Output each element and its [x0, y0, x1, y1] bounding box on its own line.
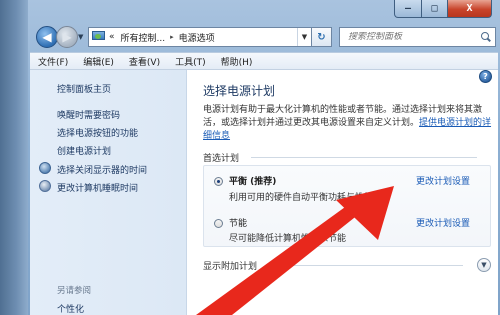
refresh-button[interactable]: ↻: [312, 27, 332, 47]
sidebar-item-sleep-time[interactable]: 更改计算机睡眠时间: [57, 181, 138, 194]
sidebar-item-personalize[interactable]: 个性化: [57, 302, 84, 315]
breadcrumb-power-options[interactable]: 电源选项: [179, 31, 215, 44]
window-frame: – □ X ◀ ▶ ▼ « 所有控制... ▸ 电源选项 ▼ ↻ 文件(F) 编…: [0, 0, 500, 315]
menu-tools[interactable]: 工具(T): [175, 55, 206, 68]
minimize-button[interactable]: –: [394, 0, 422, 18]
show-additional-plans-row[interactable]: 显示附加计划 ▼: [203, 258, 491, 272]
address-row: ◀ ▶ ▼ « 所有控制... ▸ 电源选项 ▼ ↻: [30, 24, 498, 50]
address-dropdown-button[interactable]: ▼: [297, 28, 311, 46]
sidebar-home-link[interactable]: 控制面板主页: [57, 82, 111, 95]
balanced-change-settings-link[interactable]: 更改计划设置: [416, 174, 470, 187]
search-box[interactable]: [339, 27, 496, 47]
chevron-down-icon[interactable]: ▼: [477, 258, 491, 272]
sidebar-item-create-plan[interactable]: 创建电源计划: [57, 144, 111, 157]
caption-buttons: – □ X: [394, 0, 492, 18]
search-icon[interactable]: [481, 32, 491, 42]
balanced-radio[interactable]: [214, 177, 223, 186]
sidebar-item-power-button[interactable]: 选择电源按钮的功能: [57, 126, 138, 139]
control-panel-icon: [92, 31, 106, 43]
power-saver-radio[interactable]: [214, 219, 223, 228]
refresh-icon: ↻: [317, 31, 326, 43]
close-button[interactable]: X: [448, 0, 492, 18]
forward-button[interactable]: ▶: [56, 26, 78, 48]
back-button[interactable]: ◀: [36, 26, 58, 48]
forward-arrow-icon: ▶: [62, 30, 72, 44]
extra-divider: [265, 265, 463, 266]
menu-view[interactable]: 查看(V): [129, 55, 160, 68]
section-divider: [251, 157, 477, 158]
page-description: 电源计划有助于最大化计算机的性能或者节能。通过选择计划来将其激活，或选择计划并通…: [203, 104, 493, 143]
balanced-plan-name[interactable]: 平衡 (推荐): [229, 174, 276, 187]
page-title: 选择电源计划: [203, 84, 276, 98]
maximize-button[interactable]: □: [422, 0, 448, 18]
search-input[interactable]: [348, 32, 478, 42]
menu-file[interactable]: 文件(F): [38, 55, 68, 68]
balanced-plan-desc: 利用可用的硬件自动平衡功耗与性能: [229, 193, 374, 203]
help-icon[interactable]: ?: [479, 70, 492, 83]
breadcrumb-all-control-panel[interactable]: 所有控制...: [121, 31, 166, 44]
address-bar[interactable]: « 所有控制... ▸ 电源选项 ▼: [88, 27, 312, 47]
main-panel: ? 选择电源计划 电源计划有助于最大化计算机的性能或者节能。通过选择计划来将其激…: [187, 70, 498, 315]
window-left-glass: [0, 0, 28, 315]
sidebar-item-display-off[interactable]: 选择关闭显示器的时间: [57, 163, 147, 176]
preferred-plans-panel: 平衡 (推荐) 更改计划设置 利用可用的硬件自动平衡功耗与性能 节能 更改计划设…: [203, 165, 491, 247]
back-arrow-icon: ◀: [42, 30, 52, 44]
show-additional-plans-label[interactable]: 显示附加计划: [203, 259, 257, 272]
preferred-plans-heading: 首选计划: [203, 154, 240, 164]
sleep-moon-icon: [39, 180, 51, 192]
menu-edit[interactable]: 编辑(E): [83, 55, 114, 68]
menu-help[interactable]: 帮助(H): [221, 55, 253, 68]
breadcrumb-overflow[interactable]: «: [109, 32, 115, 42]
sidebar: 控制面板主页 唤醒时需要密码 选择电源按钮的功能 创建电源计划 选择关闭显示器的…: [30, 70, 187, 315]
see-also-heading: 另请参阅: [57, 286, 92, 296]
power-saver-change-settings-link[interactable]: 更改计划设置: [416, 216, 470, 229]
monitor-icon: [39, 162, 51, 174]
breadcrumb-separator[interactable]: ▸: [170, 33, 174, 41]
recent-pages-dropdown[interactable]: ▼: [78, 33, 83, 41]
power-saver-plan-desc: 尽可能降低计算机性能以节能: [229, 234, 347, 244]
power-saver-plan-name[interactable]: 节能: [229, 216, 247, 229]
menu-bar: 文件(F) 编辑(E) 查看(V) 工具(T) 帮助(H): [30, 52, 498, 70]
sidebar-item-require-password[interactable]: 唤醒时需要密码: [57, 108, 120, 121]
content-area: 控制面板主页 唤醒时需要密码 选择电源按钮的功能 创建电源计划 选择关闭显示器的…: [30, 70, 498, 315]
